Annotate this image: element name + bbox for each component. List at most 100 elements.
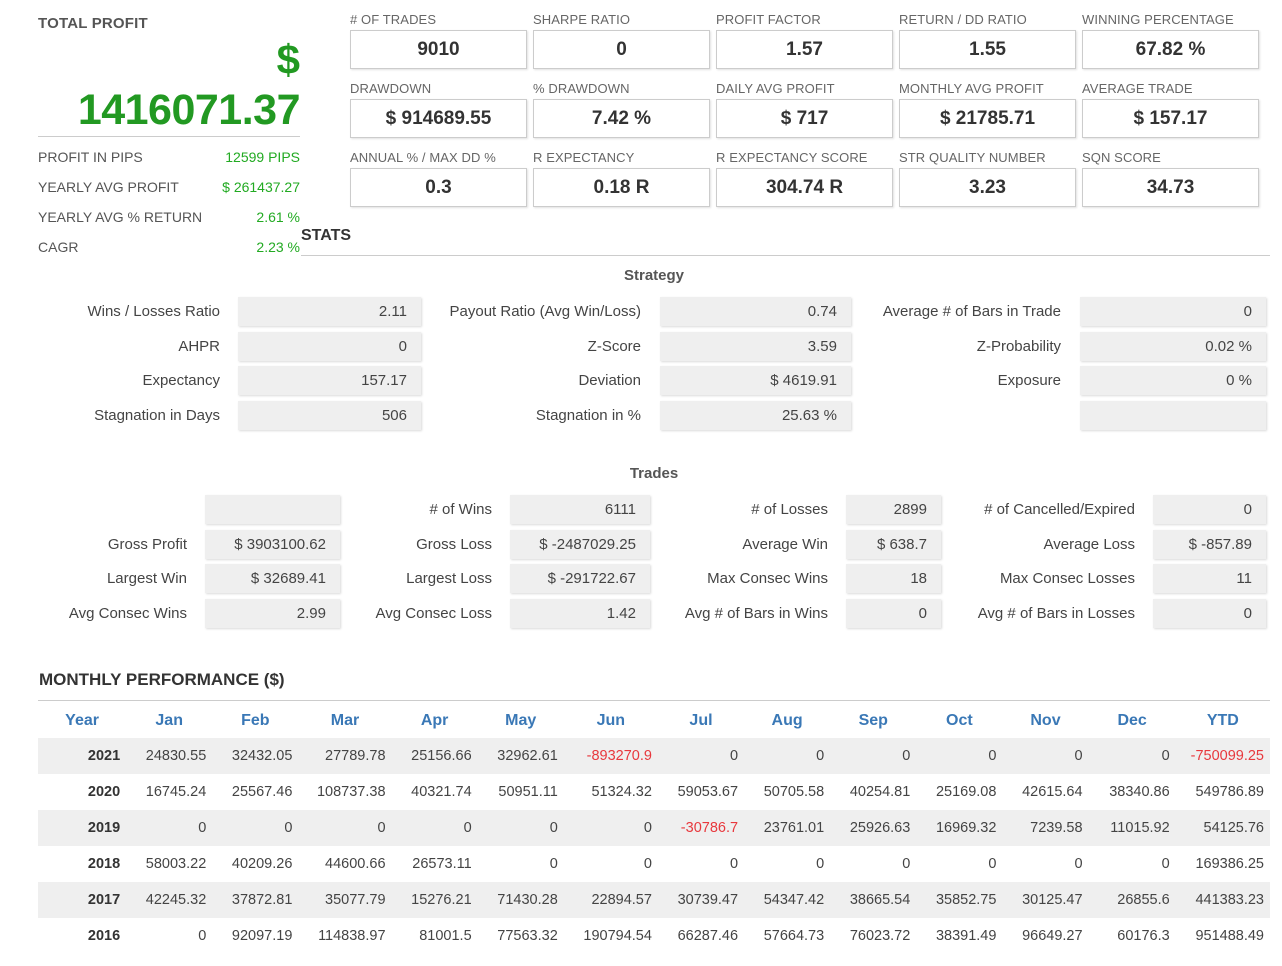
kpi-label: RETURN / DD RATIO <box>899 12 1027 27</box>
kpi-value: $ 157.17 <box>1082 99 1259 138</box>
yearly-avg-profit-row: YEARLY AVG PROFIT $ 261437.27 <box>38 179 300 195</box>
profit-in-pips-value: 12599 PIPS <box>225 149 300 165</box>
kpi-average-trade: AVERAGE TRADE $ 157.17 <box>1082 81 1259 138</box>
value-cell: 0 <box>126 810 213 846</box>
kpi-sharpe-ratio: SHARPE RATIO 0 <box>533 12 710 69</box>
trade-value-empty <box>205 495 340 524</box>
trade-label: # of Losses <box>751 501 828 518</box>
kpi-annual-max-dd: ANNUAL % / MAX DD % 0.3 <box>350 150 527 207</box>
value-cell: 15276.21 <box>391 882 478 918</box>
trade-label: Max Consec Wins <box>707 570 828 587</box>
stat-label: Average # of Bars in Trade <box>882 303 1061 320</box>
column-header-jul: Jul <box>689 712 713 729</box>
kpi-daily-avg-profit: DAILY AVG PROFIT $ 717 <box>716 81 893 138</box>
column-header-aug: Aug <box>771 712 803 729</box>
value-cell: 35852.75 <box>916 882 1003 918</box>
value-cell: 81001.5 <box>419 928 472 944</box>
value-cell: -893270.9 <box>563 738 658 774</box>
value-cell: 57664.73 <box>763 928 825 944</box>
trade-label: Largest Win <box>106 570 187 587</box>
value-cell: 0 <box>563 810 658 846</box>
value-cell: 0 <box>830 738 917 774</box>
value-cell: 50951.11 <box>498 784 558 800</box>
kpi-label: AVERAGE TRADE <box>1082 81 1193 96</box>
value-cell: 0 <box>477 810 564 846</box>
trade-label: Avg # of Bars in Wins <box>684 605 828 622</box>
year-cell: 2019 <box>38 810 127 846</box>
kpi-label: ANNUAL % / MAX DD % <box>350 150 496 165</box>
trade-value: 0 <box>846 599 941 628</box>
stat-label: AHPR <box>178 338 220 355</box>
trade-value: 0 <box>1153 599 1266 628</box>
kpi-return-dd-ratio: RETURN / DD RATIO 1.55 <box>899 12 1076 69</box>
value-cell: 32962.61 <box>477 738 564 774</box>
kpi-value: $ 717 <box>716 99 893 138</box>
kpi-str-quality-number: STR QUALITY NUMBER 3.23 <box>899 150 1076 207</box>
value-cell: 25567.46 <box>231 784 293 800</box>
stat-value: 0 <box>238 332 421 361</box>
kpi-value: 0.3 <box>350 168 527 207</box>
stat-value: 0.74 <box>660 297 851 326</box>
stat-label: Z-Score <box>587 338 641 355</box>
value-cell: 190794.54 <box>583 928 652 944</box>
value-cell: 60176.3 <box>1117 928 1170 944</box>
column-header-oct: Oct <box>946 712 973 729</box>
trade-value: 1.42 <box>510 599 650 628</box>
value-cell: 0 <box>1074 856 1083 872</box>
column-header-jan: Jan <box>155 712 183 729</box>
trade-value: $ -2487029.25 <box>510 530 650 559</box>
monthly-performance-title: MONTHLY PERFORMANCE ($) <box>39 670 285 689</box>
kpi-value: 1.57 <box>716 30 893 69</box>
value-cell: 16745.24 <box>145 784 207 800</box>
trade-value: 18 <box>846 564 941 593</box>
column-header-sep: Sep <box>858 712 888 729</box>
table-row: 2018 58003.22 40209.26 44600.66 26573.11 0 0 0 0… <box>38 846 1270 882</box>
kpi-value: 0.18 R <box>533 168 710 207</box>
trade-value: 2899 <box>846 495 941 524</box>
value-cell: 35077.79 <box>298 882 392 918</box>
value-cell: 38391.49 <box>935 928 997 944</box>
stat-value: 0 % <box>1080 366 1266 395</box>
value-cell: 66287.46 <box>677 928 739 944</box>
yearly-avg-profit-label: YEARLY AVG PROFIT <box>38 179 179 195</box>
kpi-value: 304.74 R <box>716 168 893 207</box>
kpi-value: 1.55 <box>899 30 1076 69</box>
column-header-apr: Apr <box>420 712 449 729</box>
column-header-year: Year <box>65 712 99 729</box>
stat-label: Stagnation in Days <box>94 407 220 424</box>
value-cell: 0 <box>298 810 392 846</box>
kpi-value: 0 <box>533 30 710 69</box>
column-header-may: May <box>505 712 537 729</box>
value-cell: 77563.32 <box>497 928 558 944</box>
kpi-winning-percentage: WINNING PERCENTAGE 67.82 % <box>1082 12 1259 69</box>
stat-value: 25.63 % <box>660 401 851 430</box>
trade-value: $ 3903100.62 <box>205 530 340 559</box>
yearly-avg-return-label: YEARLY AVG % RETURN <box>38 209 203 225</box>
trade-value: $ -291722.67 <box>510 564 650 593</box>
value-cell: 54347.42 <box>744 882 831 918</box>
table-row: 2021 24830.55 32432.05 27789.78 25156.66 3296… <box>38 738 1270 774</box>
stat-label: Wins / Losses Ratio <box>87 303 220 320</box>
value-cell: 76023.72 <box>849 928 911 944</box>
value-cell: 549786.89 <box>1195 784 1264 800</box>
value-cell: 44600.66 <box>325 856 386 872</box>
trade-label: # of Wins <box>429 501 492 518</box>
trade-label: Max Consec Losses <box>999 570 1135 587</box>
kpi-value: 7.42 % <box>533 99 710 138</box>
table-header-row: Year Jan Feb Mar Apr May Jun Jul Aug Sep Oct Nov Dec… <box>38 704 1270 738</box>
value-cell: 58003.22 <box>145 856 207 872</box>
value-cell: 96649.27 <box>1022 928 1083 944</box>
value-cell: 40254.81 <box>849 784 911 800</box>
kpi-label: WINNING PERCENTAGE <box>1082 12 1234 27</box>
value-cell: -750099.25 <box>1175 738 1270 774</box>
value-cell: 30125.47 <box>1002 882 1089 918</box>
profit-in-pips-label: PROFIT IN PIPS <box>38 149 143 165</box>
trade-value: $ 638.7 <box>846 530 941 559</box>
year-cell: 2017 <box>38 882 127 918</box>
value-cell: 0 <box>902 856 911 872</box>
kpi-value: $ 914689.55 <box>350 99 527 138</box>
value-cell: 25926.63 <box>830 810 917 846</box>
yearly-avg-return-value: 2.61 % <box>256 209 300 225</box>
value-cell: 92097.19 <box>231 928 293 944</box>
table-row: 2016 0 92097.19 114838.97 81001.5 77563.32 190… <box>38 918 1270 954</box>
